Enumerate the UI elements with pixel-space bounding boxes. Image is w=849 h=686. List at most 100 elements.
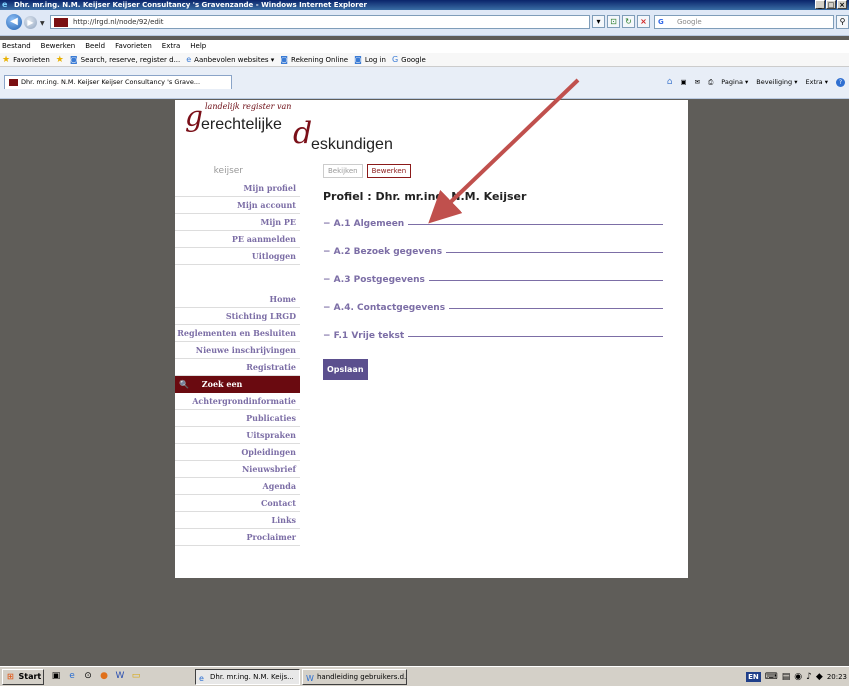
favorite-link-4[interactable]: ◙ Log in (354, 55, 386, 64)
start-button[interactable]: ⊞ Start (2, 669, 44, 685)
menu-beeld[interactable]: Beeld (85, 40, 105, 53)
sidebar-item-zoek-deskundige[interactable]: 🔍 Zoek een deskundige (175, 376, 300, 406)
clock: 20:23 (826, 673, 847, 681)
menu-help[interactable]: Help (190, 40, 206, 53)
favorite-link-2[interactable]: e Aanbevolen websites ▾ (186, 55, 274, 64)
google-icon: G (658, 18, 664, 26)
ie-icon: e (2, 0, 8, 9)
sidebar-item-uitspraken[interactable]: Uitspraken (175, 427, 300, 444)
sidebar-item-reglementen[interactable]: Reglementen en Besluiten (175, 325, 300, 342)
history-dropdown-icon[interactable]: ▼ (40, 20, 45, 27)
language-indicator[interactable]: EN (746, 672, 761, 682)
refresh-icon[interactable]: ↻ (622, 15, 635, 28)
sidebar-item-opleidingen[interactable]: Opleidingen (175, 444, 300, 461)
quick-launch: ▣ e ⊙ ● W ▭ (50, 670, 142, 682)
favorite-link-5[interactable]: G Google (392, 55, 426, 64)
section-a3-post[interactable]: − A.3 Postgegevens (323, 273, 663, 287)
favorite-link-3[interactable]: ◙ Rekening Online (280, 55, 348, 64)
keyboard-icon[interactable]: ⌨ (765, 672, 778, 682)
url-text[interactable]: http://lrgd.nl/node/92/edit (73, 18, 164, 27)
word-icon[interactable]: W (114, 670, 126, 682)
help-icon[interactable]: ? (836, 77, 845, 87)
address-bar[interactable]: http://lrgd.nl/node/92/edit (50, 15, 590, 29)
ie-page-icon: ◙ (280, 55, 289, 64)
section-f1-vrije-tekst[interactable]: − F.1 Vrije tekst (323, 329, 663, 343)
sidebar-item-mijn-profiel[interactable]: Mijn profiel (175, 180, 300, 197)
favorite-link-label: Rekening Online (291, 55, 349, 64)
tab-bewerken[interactable]: Bewerken (366, 164, 412, 178)
menu-bewerken[interactable]: Bewerken (41, 40, 76, 53)
sidebar-item-registratie[interactable]: Registratie (175, 359, 300, 376)
search-input[interactable]: G Google (654, 15, 834, 29)
minimize-button[interactable]: _ (815, 0, 825, 9)
menu-favorieten[interactable]: Favorieten (115, 40, 152, 53)
save-button[interactable]: Opslaan (323, 359, 368, 380)
google-icon: G (391, 55, 399, 64)
folder-icon[interactable]: ▭ (130, 670, 142, 682)
favorites-button[interactable]: ★ Favorieten (2, 55, 50, 65)
favorite-link-label: Search, reserve, register d... (80, 55, 181, 64)
site-logo[interactable]: landelijk register van g erechtelijke d … (183, 100, 483, 160)
stop-icon[interactable]: × (637, 15, 650, 28)
sidebar-item-mijn-account[interactable]: Mijn account (175, 197, 300, 214)
ie-icon: e (186, 55, 192, 64)
page-title: Profiel : Dhr. mr.ing. N.M. Keijser (323, 190, 527, 203)
taskbar: ⊞ Start ▣ e ⊙ ● W ▭ e Dhr. mr.ing. N.M. … (0, 666, 849, 686)
extra-menu[interactable]: Extra ▾ (806, 78, 829, 86)
add-favorite-icon[interactable]: ★ (56, 55, 64, 65)
ie-icon[interactable]: e (66, 670, 78, 682)
site-favicon (9, 79, 18, 86)
page-menu[interactable]: Pagina ▾ (721, 78, 748, 86)
close-button[interactable]: × (837, 0, 847, 9)
sidebar-item-links[interactable]: Links (175, 512, 300, 529)
menu-extra[interactable]: Extra (162, 40, 180, 53)
sidebar-item-stichting[interactable]: Stichting LRGD (175, 308, 300, 325)
firefox-icon[interactable]: ● (98, 670, 110, 682)
task-label: handleiding gebruikers.d... (317, 673, 407, 681)
compat-view-icon[interactable]: ⊡ (607, 15, 620, 28)
maximize-button[interactable]: □ (826, 0, 836, 9)
sidebar-item-agenda[interactable]: Agenda (175, 478, 300, 495)
taskbar-task-word[interactable]: W handleiding gebruikers.d... (302, 669, 407, 685)
sidebar-item-achtergrond[interactable]: Achtergrondinformatie (175, 393, 300, 410)
search-icon[interactable]: ⚲ (836, 15, 849, 29)
network-icon[interactable]: ▤ (782, 672, 791, 682)
desktop-icon[interactable]: ▣ (50, 670, 62, 682)
print-icon[interactable]: ⎙ (708, 78, 713, 87)
sidebar-item-home[interactable]: Home (175, 291, 300, 308)
favorite-link-1[interactable]: ◙ Search, reserve, register d... (70, 55, 180, 64)
menu-bestand[interactable]: Bestand (2, 40, 31, 53)
taskbar-task-ie[interactable]: e Dhr. mr.ing. N.M. Keijs... (195, 669, 300, 685)
sidebar-item-mijn-pe[interactable]: Mijn PE (175, 214, 300, 231)
tab-bekijken[interactable]: Bekijken (323, 164, 363, 178)
main-content: Bekijken Bewerken Profiel : Dhr. mr.ing.… (323, 164, 663, 380)
sidebar-item-uitloggen[interactable]: Uitloggen (175, 248, 300, 265)
media-icon[interactable]: ⊙ (82, 670, 94, 682)
security-menu[interactable]: Beveiliging ▾ (756, 78, 797, 86)
section-a4-contact[interactable]: − A.4. Contactgegevens (323, 301, 663, 315)
security-icon[interactable]: ◉ (794, 672, 802, 682)
volume-icon[interactable]: ♪ (806, 672, 812, 682)
address-dropdown-icon[interactable]: ▾ (592, 15, 605, 28)
browser-tab[interactable]: Dhr. mr.ing. N.M. Keijser Keijser Consul… (4, 75, 232, 89)
update-icon[interactable]: ◆ (816, 672, 823, 682)
section-a1-algemeen[interactable]: − A.1 Algemeen (323, 217, 663, 231)
command-bar: ⌂ ▣ ✉ ⎙ Pagina ▾ Beveiliging ▾ Extra ▾ ? (667, 77, 845, 87)
back-button[interactable]: ◀ (6, 14, 22, 30)
favorite-link-label: Log in (364, 55, 386, 64)
home-icon[interactable]: ⌂ (667, 77, 673, 87)
search-placeholder: Google (677, 18, 702, 26)
favorites-label: Favorieten (13, 55, 50, 64)
sidebar-item-pe-aanmelden[interactable]: PE aanmelden (175, 231, 300, 248)
sidebar-item-publicaties[interactable]: Publicaties (175, 410, 300, 427)
mail-icon[interactable]: ✉ (695, 78, 700, 86)
section-label: − F.1 Vrije tekst (323, 331, 405, 341)
ie-page-icon: ◙ (354, 55, 362, 64)
sidebar-item-proclaimer[interactable]: Proclaimer (175, 529, 300, 546)
feeds-icon[interactable]: ▣ (680, 78, 686, 86)
forward-button[interactable]: ▶ (24, 16, 37, 29)
sidebar-item-nieuwsbrief[interactable]: Nieuwsbrief (175, 461, 300, 478)
sidebar-item-nieuwe-inschrijvingen[interactable]: Nieuwe inschrijvingen (175, 342, 300, 359)
sidebar-item-contact[interactable]: Contact (175, 495, 300, 512)
section-a2-bezoek[interactable]: − A.2 Bezoek gegevens (323, 245, 663, 259)
